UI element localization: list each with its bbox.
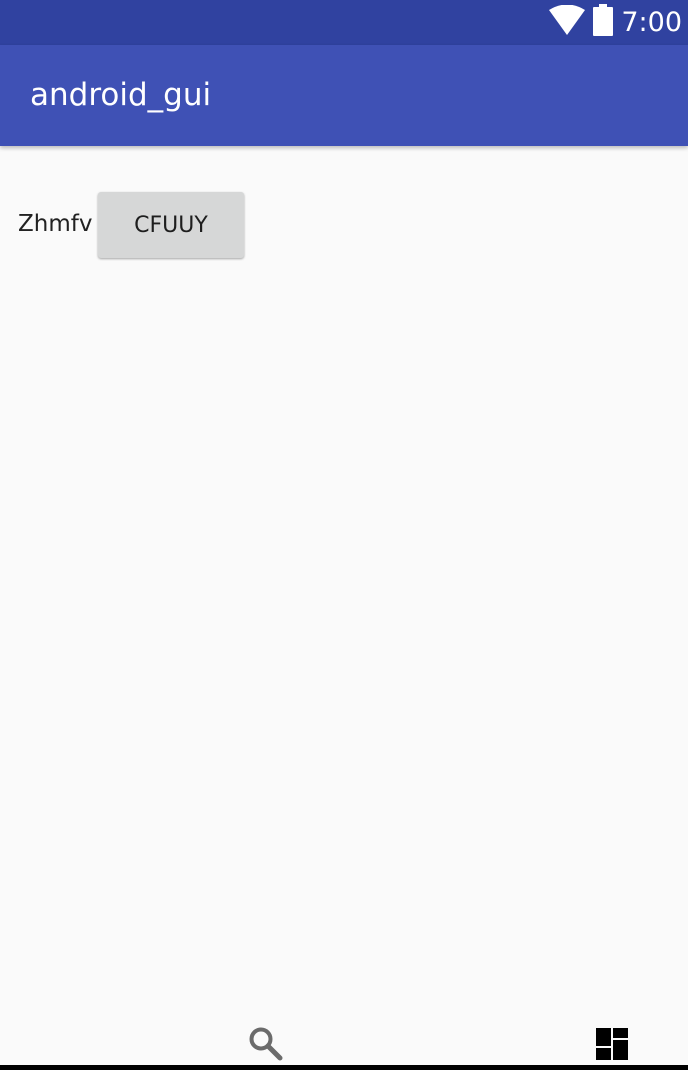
dashboard-icon[interactable]	[594, 1026, 630, 1062]
nav-bar-edge	[0, 1065, 688, 1070]
wifi-icon	[549, 4, 586, 40]
search-icon[interactable]	[248, 1026, 284, 1062]
status-icons: 7:00	[549, 0, 682, 45]
action-button[interactable]: CFUUY	[98, 192, 244, 258]
status-bar: 7:00	[0, 0, 688, 45]
main-content: Zhmfv CFUUY	[0, 146, 688, 1036]
status-time: 7:00	[621, 7, 682, 38]
text-label: Zhmfv	[18, 211, 93, 237]
app-bar: android_gui	[0, 45, 688, 146]
app-title: android_gui	[30, 77, 212, 113]
bottom-bar	[0, 1010, 688, 1065]
battery-icon	[593, 4, 614, 41]
